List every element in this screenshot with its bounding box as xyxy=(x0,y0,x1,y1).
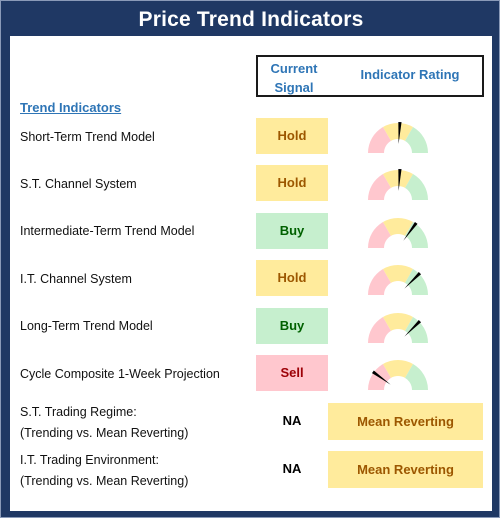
gauge-icon xyxy=(368,360,428,390)
section-title: Trend Indicators xyxy=(20,100,122,115)
signal-badge: Sell xyxy=(256,355,328,391)
panel-frame: Price Trend Indicators Current Signal In… xyxy=(0,0,500,518)
regime-label: I.T. Trading Environment: (Trending vs. … xyxy=(20,450,188,492)
regime-rating-badge: Mean Reverting xyxy=(328,403,483,440)
panel-title: Price Trend Indicators xyxy=(138,8,364,31)
gauge-icon xyxy=(368,313,428,343)
column-header-box: Current Signal Indicator Rating xyxy=(256,55,484,97)
current-signal-header-line2: Signal xyxy=(274,80,314,95)
current-signal-header-line1: Current xyxy=(270,61,318,76)
regime-signal: NA xyxy=(282,413,302,428)
gauge-icon xyxy=(368,121,428,153)
indicator-label: Long-Term Trend Model xyxy=(20,319,153,333)
indicator-label: Cycle Composite 1-Week Projection xyxy=(20,367,220,381)
indicator-label: Short-Term Trend Model xyxy=(20,130,155,144)
signal-badge: Buy xyxy=(256,213,328,249)
gauge-icon xyxy=(368,265,428,295)
regime-label-line2: (Trending vs. Mean Reverting) xyxy=(20,474,189,488)
signal-badge: Hold xyxy=(256,165,328,201)
gauge-icon xyxy=(368,218,428,248)
indicator-label: I.T. Channel System xyxy=(20,272,132,286)
regime-label-line1: S.T. Trading Regime: xyxy=(20,405,137,419)
regime-label: S.T. Trading Regime: (Trending vs. Mean … xyxy=(20,402,188,444)
regime-rating-badge: Mean Reverting xyxy=(328,451,483,488)
signal-badge: Hold xyxy=(256,118,328,154)
regime-label-line2: (Trending vs. Mean Reverting) xyxy=(20,426,189,440)
signal-badge: Buy xyxy=(256,308,328,344)
regime-label-line1: I.T. Trading Environment: xyxy=(20,453,159,467)
indicator-label: S.T. Channel System xyxy=(20,177,137,191)
indicator-rating-header: Indicator Rating xyxy=(360,67,460,82)
signal-badge: Hold xyxy=(256,260,328,296)
panel-body: Current Signal Indicator Rating Trend In… xyxy=(10,36,492,511)
indicator-label: Intermediate-Term Trend Model xyxy=(20,224,195,238)
regime-signal: NA xyxy=(282,461,302,476)
gauge-icon xyxy=(368,168,428,200)
current-signal-header: Current Signal xyxy=(258,59,330,97)
